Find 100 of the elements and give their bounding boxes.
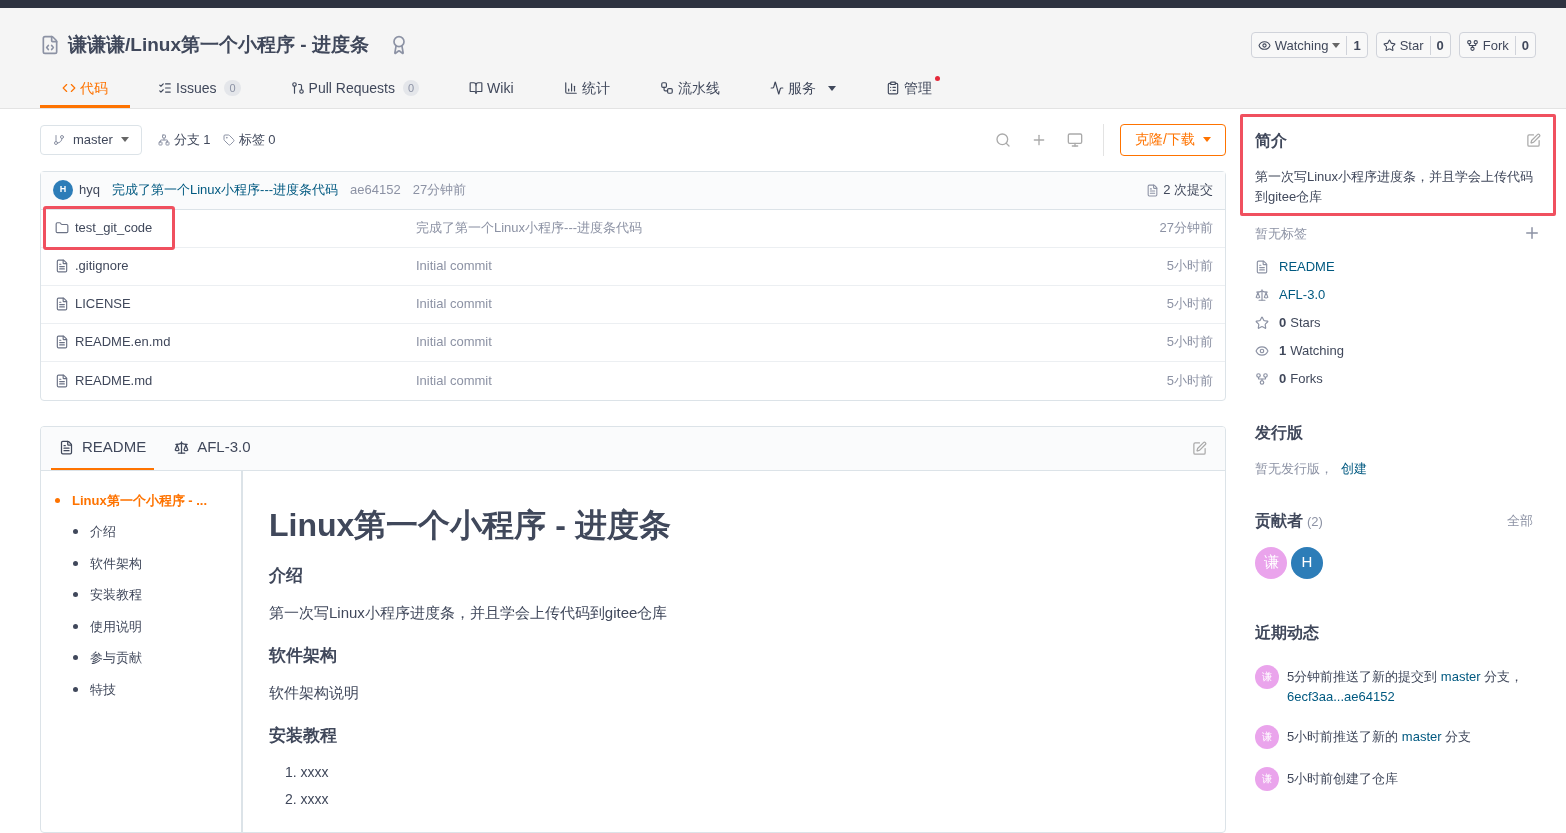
activity-title: 近期动态 <box>1254 622 1320 643</box>
stat-count: 0 <box>1279 370 1287 389</box>
sidebar-link[interactable]: 0 Stars <box>1255 313 1541 333</box>
readme-tab[interactable]: README <box>51 426 155 470</box>
tab-icon <box>885 81 900 95</box>
commit-author[interactable]: hyq <box>79 180 100 200</box>
file-time: 5小时前 <box>1166 371 1213 390</box>
commit-time: 27分钟前 <box>412 181 467 200</box>
link-icon <box>1255 260 1269 274</box>
section-heading: 安装教程 <box>269 724 338 747</box>
activity-text: 5分钟前推送了新的提交到 master 分支， 6ecf3aa...ae64152 <box>1287 667 1525 706</box>
link-icon <box>1255 316 1269 330</box>
commit-message[interactable]: 完成了第一个Linux小程序---进度条代码 <box>111 180 339 200</box>
paragraph: 软件架构说明 <box>269 683 360 703</box>
user-avatar: H <box>53 180 73 200</box>
tab-icon <box>563 81 578 95</box>
repo-title[interactable]: 谦谦谦/Linux第一个小程序 - 进度条 <box>68 31 369 60</box>
code-icon <box>40 35 60 56</box>
action-count: 0 <box>1429 35 1450 55</box>
list-item: 2. xxxx <box>285 790 330 809</box>
sidebar-link[interactable]: README <box>1255 257 1541 277</box>
toc-entry[interactable]: 特技 <box>73 679 241 699</box>
contributors-title: 贡献者 <box>1255 510 1303 532</box>
file-time: 5小时前 <box>1166 257 1213 276</box>
edit-icon[interactable] <box>1192 440 1207 456</box>
sidebar-link[interactable]: 1 Watching <box>1255 341 1541 361</box>
file-time: 5小时前 <box>1166 295 1213 314</box>
activity-link[interactable]: 6ecf3aa...ae64152 <box>1287 688 1395 704</box>
nav-tab[interactable]: 服务 <box>747 71 858 108</box>
file-time: 27分钟前 <box>1159 219 1213 238</box>
link-label: AFL-3.0 <box>1279 286 1326 305</box>
nav-tab[interactable]: Pull Requests 0 <box>268 71 442 108</box>
user-avatar: 谦 <box>1255 766 1279 791</box>
tab-label: Pull Requests <box>308 78 395 98</box>
repo-action-button[interactable]: Fork 0 <box>1458 32 1536 59</box>
commit-count[interactable]: 2 次提交 <box>1163 180 1213 200</box>
user-avatar: 谦 <box>1255 664 1279 689</box>
count-badge: 0 <box>403 79 420 97</box>
link-icon <box>1255 372 1269 386</box>
tab-icon <box>62 81 76 95</box>
nav-tab[interactable]: 统计 <box>541 71 632 108</box>
no-releases-text: 暂无发行版， <box>1255 460 1333 478</box>
tab-icon <box>469 81 484 95</box>
sidebar-link[interactable]: 0 Forks <box>1255 369 1541 389</box>
caret-icon <box>120 137 129 142</box>
monitor-icon[interactable] <box>1067 131 1084 148</box>
list-item: 1. xxxx <box>285 763 330 782</box>
link-label: README <box>1279 258 1335 277</box>
edit-icon[interactable] <box>1526 133 1541 148</box>
file-icon <box>55 373 69 388</box>
stat-count: 1 <box>1279 342 1287 361</box>
toc-entry[interactable]: 介绍 <box>73 522 241 542</box>
file-time: 5小时前 <box>1166 333 1213 352</box>
tab-icon <box>659 81 674 95</box>
contributor-avatar[interactable]: H <box>1291 546 1323 579</box>
section-heading: 介绍 <box>269 564 304 587</box>
tags-link[interactable]: 标签 0 <box>222 129 276 150</box>
no-tags-text: 暂无标签 <box>1255 224 1307 243</box>
releases-title: 发行版 <box>1254 423 1304 443</box>
activity-link[interactable]: master <box>1401 728 1442 744</box>
intro-title: 简介 <box>1255 130 1287 151</box>
action-label: Fork <box>1482 36 1509 55</box>
search-icon[interactable] <box>995 131 1012 148</box>
branch-select[interactable]: master <box>40 124 142 155</box>
contributors-count: (2) <box>1307 512 1323 531</box>
tab-label: Wiki <box>487 78 514 98</box>
repo-action-button[interactable]: Star 0 <box>1375 32 1451 59</box>
nav-tab[interactable]: Wiki <box>447 71 536 108</box>
create-release-link[interactable]: 创建 <box>1341 459 1367 479</box>
branches-link[interactable]: 分支 1 <box>157 129 211 150</box>
sidebar-link[interactable]: AFL-3.0 <box>1255 285 1541 305</box>
activity-link[interactable]: master <box>1440 668 1481 684</box>
link-icon <box>1255 288 1269 302</box>
action-label: Star <box>1399 36 1424 55</box>
nav-tab[interactable]: 流水线 <box>637 71 742 108</box>
toc-entry[interactable]: 安装教程 <box>73 585 241 605</box>
file-name[interactable]: test_git_code <box>43 206 176 250</box>
branch-name: master <box>73 130 113 149</box>
tab-icon <box>59 439 74 455</box>
tab-icon <box>769 81 784 95</box>
intro-description: 第一次写Linux小程序进度条，并且学会上传代码到gitee仓库 <box>1255 167 1535 206</box>
tab-icon <box>174 439 190 455</box>
branch-icon <box>53 133 65 146</box>
toc-entry[interactable]: 参与贡献 <box>73 648 241 668</box>
repo-action-button[interactable]: Watching 1 <box>1250 32 1368 59</box>
caret-icon <box>1203 137 1211 142</box>
link-label: Forks <box>1290 370 1323 389</box>
tab-label: 代码 <box>80 78 108 98</box>
nav-tab[interactable]: Issues 0 <box>136 71 263 108</box>
toc-entry[interactable]: 使用说明 <box>73 616 241 636</box>
tab-icon <box>158 81 172 95</box>
folder-icon <box>55 221 69 235</box>
activity-text: 5小时前推送了新的 master 分支 <box>1287 727 1472 746</box>
tab-label: 统计 <box>581 78 610 98</box>
tab-label: 流水线 <box>677 78 720 98</box>
toc-entry[interactable]: 软件架构 <box>73 553 241 573</box>
action-icon <box>1382 38 1396 52</box>
readme-tab[interactable]: AFL-3.0 <box>166 426 259 470</box>
nav-tab[interactable]: 管理 <box>863 71 954 108</box>
action-label: Watching <box>1274 36 1329 55</box>
